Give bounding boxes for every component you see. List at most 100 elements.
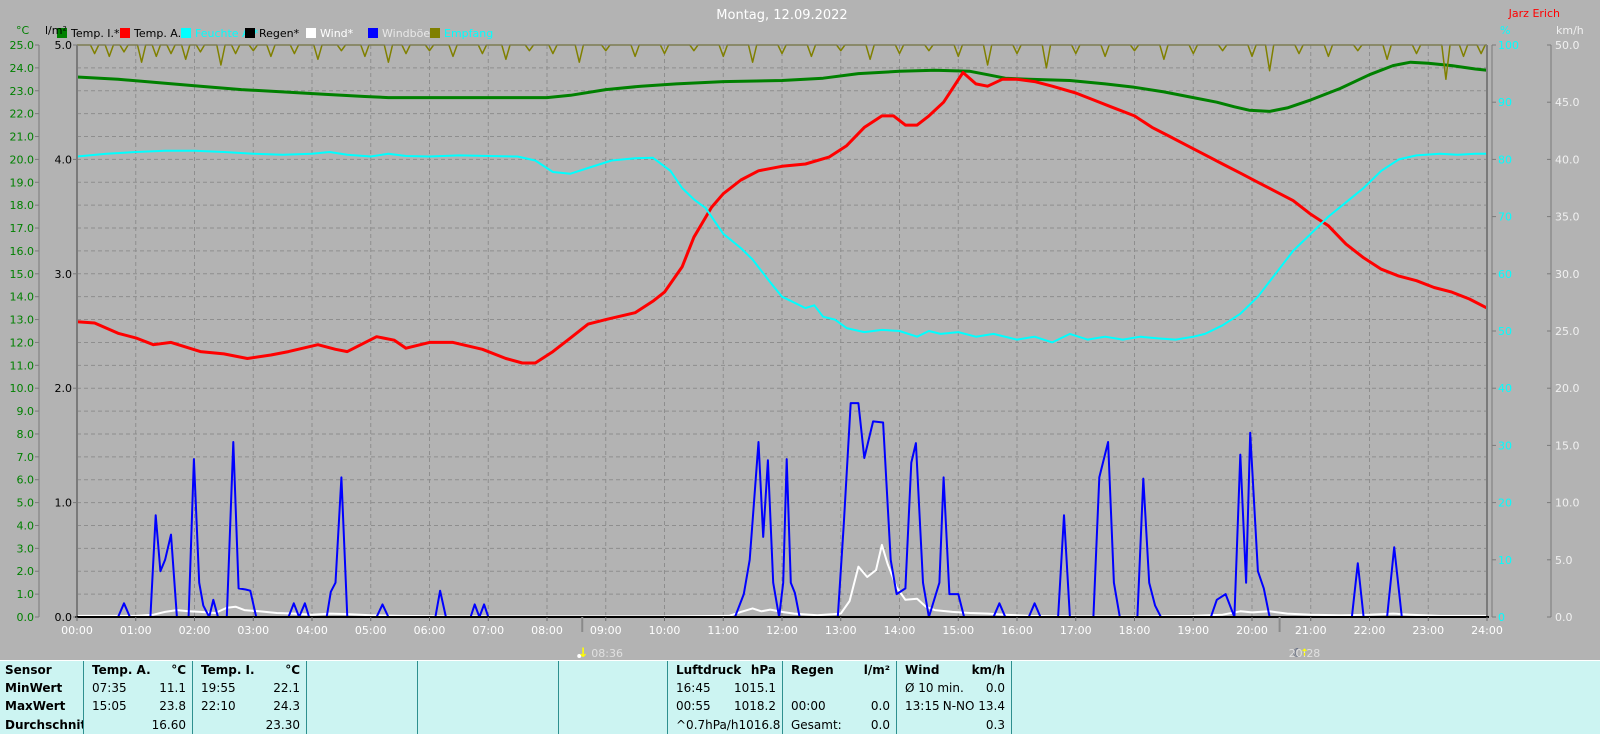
- table-header-cell: [1012, 661, 1600, 679]
- cell-time-text: 16:45: [676, 681, 711, 696]
- legend-label-temp-a: Temp. A.*: [133, 27, 187, 40]
- table-value-cell: [307, 697, 418, 716]
- celsius-tick-label: 0.0: [17, 611, 35, 624]
- table-value-cell: ^0.7hPa/h 1016.8: [668, 715, 783, 734]
- table-header-cell: Temp. I. °C: [193, 661, 307, 680]
- hour-tick-label: 09:00: [590, 624, 622, 637]
- celsius-tick-label: 8.0: [17, 428, 35, 441]
- kmh-tick-label: 10.0: [1555, 497, 1580, 510]
- celsius-tick-label: 22.0: [10, 108, 35, 121]
- legend-label-empfang: Empfang: [444, 27, 493, 40]
- table-value-cell: [783, 679, 897, 698]
- table-value-cell: 00:55 1018.2: [668, 697, 783, 716]
- celsius-tick-label: 18.0: [10, 199, 35, 212]
- table-header-cell: [559, 661, 668, 680]
- kmh-tick-label: 35.0: [1555, 211, 1580, 224]
- legend-swatch-temp-a: [120, 28, 130, 38]
- celsius-tick-label: 12.0: [10, 336, 35, 349]
- table-header-cell: Luftdruck hPa: [668, 661, 783, 680]
- table-value-cell: [1012, 679, 1600, 697]
- percent-tick-label: 100: [1498, 39, 1519, 52]
- hour-tick-label: 23:00: [1412, 624, 1444, 637]
- cell-time-text: 22:10: [201, 699, 236, 714]
- hour-tick-label: 15:00: [942, 624, 974, 637]
- weather-chart-window: 25.0 24.0 23.0 22.0 21.0 20.0 19.0 18.0 17.0 16.0…: [0, 0, 1600, 734]
- table-value-cell: [307, 679, 418, 698]
- lm2-tick-label: 0.0: [55, 611, 73, 624]
- weather-day-chart: 25.0 24.0 23.0 22.0 21.0 20.0 19.0 18.0 17.0 16.0…: [10, 7, 1584, 661]
- cell-time-text: 19:55: [201, 681, 236, 696]
- table-value-cell: Gesamt: 0.0: [783, 715, 897, 734]
- table-row-label-text: MaxWert: [5, 699, 66, 714]
- table-row-label-text: Durchschnitt: [5, 717, 84, 732]
- cell-time-text: Gesamt:: [791, 717, 842, 732]
- hour-tick-label: 11:00: [707, 624, 739, 637]
- table-row-label: MaxWert: [0, 697, 84, 716]
- kmh-tick-label: 45.0: [1555, 96, 1580, 109]
- table-value-cell: [307, 715, 418, 734]
- legend-swatch-wind: [306, 28, 316, 38]
- celsius-tick-label: 19.0: [10, 176, 35, 189]
- kmh-tick-label: 0.0: [1555, 611, 1573, 624]
- cell-time-text: 00:55: [676, 699, 711, 714]
- lm2-tick-label: 3.0: [55, 268, 73, 281]
- hour-tick-label: 17:00: [1060, 624, 1092, 637]
- table-value-cell: 15:05 23.8: [84, 697, 193, 716]
- column-unit-label: hPa: [750, 663, 776, 678]
- hour-tick-label: 00:00: [61, 624, 93, 637]
- hour-tick-label: 22:00: [1354, 624, 1386, 637]
- table-value-cell: 0.3: [897, 715, 1012, 734]
- hour-tick-label: 12:00: [766, 624, 798, 637]
- author-label: Jarz Erich: [1508, 7, 1560, 20]
- cell-value-text: 16.60: [151, 717, 186, 732]
- table-value-cell: 16.60: [84, 715, 193, 734]
- table-header-cell: Temp. A. °C: [84, 661, 193, 680]
- lm2-tick-label: 1.0: [55, 497, 73, 510]
- hour-tick-label: 16:00: [1001, 624, 1033, 637]
- kmh-tick-label: 5.0: [1555, 554, 1573, 567]
- celsius-tick-label: 5.0: [17, 497, 35, 510]
- table-value-cell: [418, 715, 559, 734]
- cell-value-text: 0.3: [985, 717, 1005, 732]
- cell-value-text: 1015.1: [734, 681, 776, 696]
- cell-time-text: ^0.7hPa/h: [676, 717, 739, 732]
- table-header-cell: Wind km/h: [897, 661, 1012, 680]
- table-row-label-text: MinWert: [5, 681, 63, 696]
- legend-label-temp-i: Temp. I.*: [70, 27, 120, 40]
- hour-tick-label: 21:00: [1295, 624, 1327, 637]
- column-header-label: Luftdruck: [676, 663, 742, 678]
- page-title: Montag, 12.09.2022: [716, 8, 847, 23]
- cell-value-text: 0.0: [985, 681, 1005, 696]
- table-value-cell: 13:15 N-NO 13.4: [897, 697, 1012, 716]
- celsius-tick-label: 20.0: [10, 153, 35, 166]
- cell-value-text: N-NO 13.4: [942, 699, 1005, 714]
- legend-swatch-regen: [245, 28, 255, 38]
- table-value-cell: 23.30: [193, 715, 307, 734]
- celsius-tick-label: 25.0: [10, 39, 35, 52]
- hour-tick-label: 10:00: [649, 624, 681, 637]
- cell-value-text: 23.30: [265, 717, 300, 732]
- hour-tick-label: 08:00: [531, 624, 563, 637]
- percent-tick-label: 50: [1498, 325, 1512, 338]
- marker-time-label: 20:28: [1289, 647, 1321, 658]
- column-unit-label: °C: [285, 663, 300, 678]
- cell-value-text: 1016.8: [738, 717, 781, 732]
- cell-time-text: 07:35: [92, 681, 127, 696]
- table-row-label: MinWert: [0, 679, 84, 698]
- axis-header-lm2: l/m²: [45, 24, 67, 37]
- celsius-tick-label: 7.0: [17, 451, 35, 464]
- sun-down-arrow-icon: ↓: [578, 646, 589, 658]
- table-value-cell: [1012, 716, 1600, 734]
- table-value-cell: Ø 10 min. 0.0: [897, 679, 1012, 698]
- percent-tick-label: 70: [1498, 211, 1512, 224]
- celsius-tick-label: 21.0: [10, 131, 35, 144]
- percent-tick-label: 20: [1498, 497, 1512, 510]
- legend-label-regen: Regen*: [259, 27, 300, 40]
- cell-time-text: Ø 10 min.: [905, 681, 964, 696]
- column-header-label: Wind: [905, 663, 940, 678]
- table-value-cell: [559, 679, 668, 698]
- celsius-tick-label: 1.0: [17, 588, 35, 601]
- column-header-label: Temp. I.: [201, 663, 255, 678]
- celsius-tick-label: 2.0: [17, 565, 35, 578]
- cell-value-text: 22.1: [273, 681, 300, 696]
